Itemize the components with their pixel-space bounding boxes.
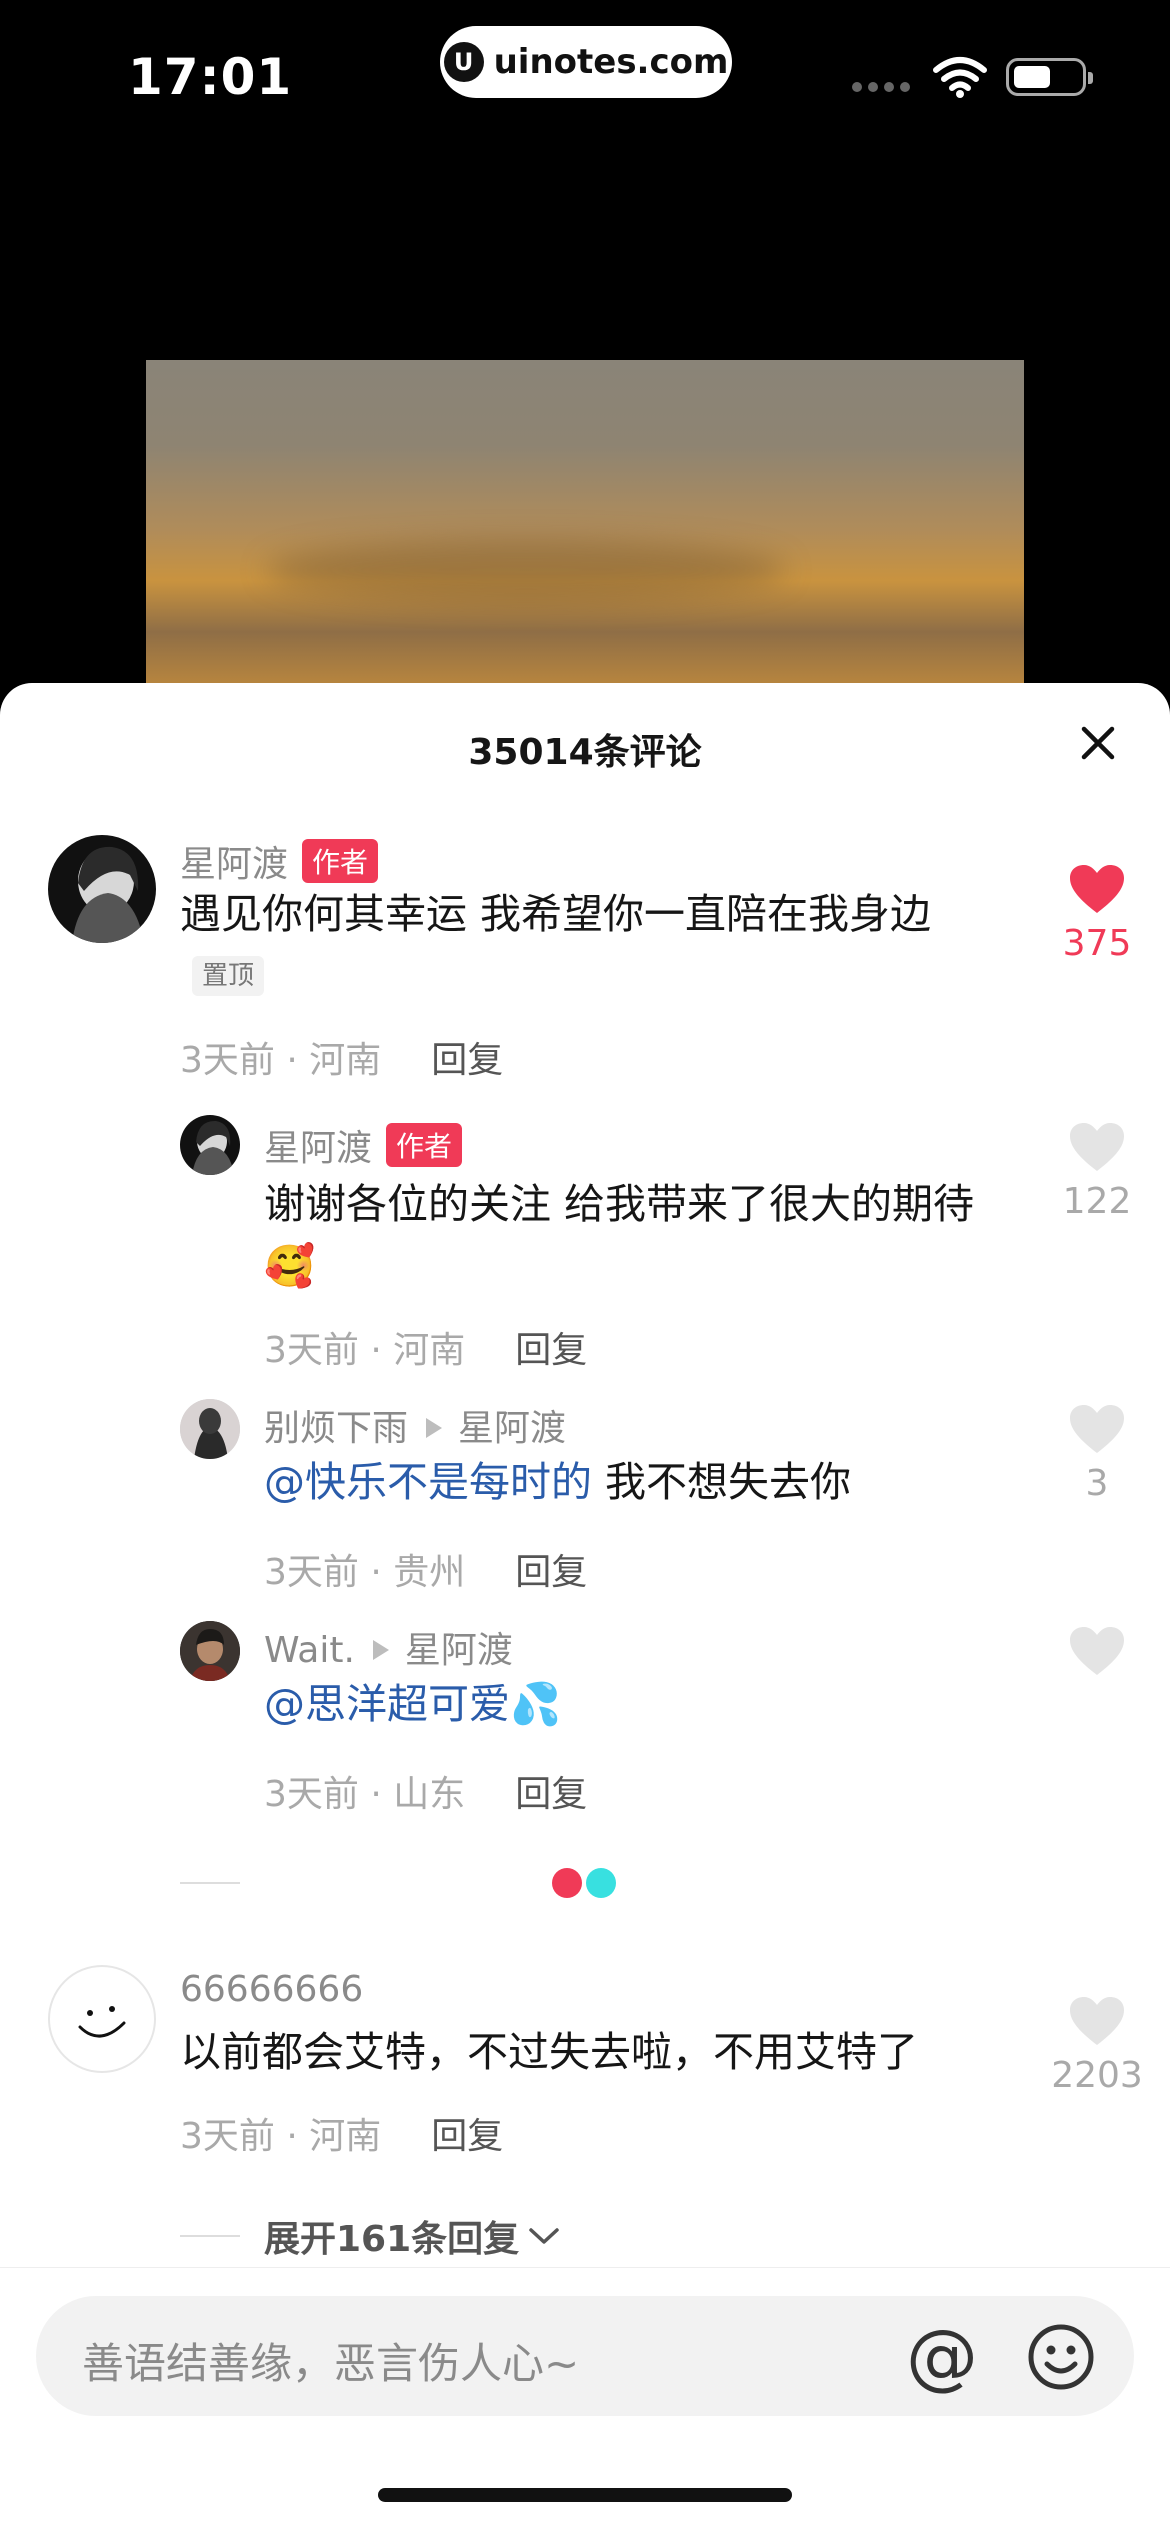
home-indicator[interactable] — [378, 2488, 792, 2502]
like-button[interactable]: 375 — [1047, 863, 1147, 964]
status-time: 17:01 — [128, 48, 293, 106]
author-badge: 作者 — [302, 839, 379, 883]
expand-replies-label: 展开161条回复 — [264, 2219, 520, 2260]
comment-meta: 3天前 · 贵州 回复 — [264, 1552, 588, 1593]
signal-icon — [852, 82, 910, 92]
comment-text[interactable]: 遇见你何其幸运 我希望你一直陪在我身边置顶 — [180, 883, 1000, 1007]
avatar[interactable] — [180, 1399, 240, 1459]
expand-replies-button[interactable]: 展开161条回复 — [180, 2211, 561, 2261]
avatar[interactable] — [48, 1965, 156, 2073]
url-text: uinotes.com — [493, 42, 729, 82]
comment-meta: 3天前 · 河南 回复 — [180, 1040, 504, 1081]
like-button[interactable]: 122 — [1047, 1121, 1147, 1222]
divider — [180, 1882, 240, 1884]
comment-meta: 3天前 · 河南 回复 — [180, 2116, 504, 2157]
comment-input-placeholder: 善语结善缘，恶言伤人心~ — [82, 2339, 580, 2388]
comment-text[interactable]: 以前都会艾特，不过失去啦，不用艾特了 — [180, 2021, 1040, 2083]
comment-meta: 3天前 · 山东 回复 — [264, 1774, 588, 1815]
reply-button[interactable]: 回复 — [431, 1040, 503, 1081]
reply-button[interactable]: 回复 — [515, 1552, 587, 1593]
chevron-down-icon — [529, 2228, 559, 2244]
site-logo-icon: U — [443, 42, 484, 82]
heart-icon — [1070, 865, 1124, 913]
mention-at-icon[interactable]: @ — [906, 2318, 978, 2394]
like-count: 375 — [1062, 923, 1132, 964]
reply-button[interactable]: 回复 — [431, 2116, 503, 2157]
like-count: 3 — [1085, 1463, 1109, 1504]
loading-indicator — [0, 1863, 1170, 1903]
heart-icon — [1070, 1405, 1124, 1453]
divider — [180, 2235, 240, 2237]
loading-dot — [586, 1868, 616, 1898]
emoji-icon[interactable] — [1026, 2322, 1096, 2392]
battery-icon — [1006, 58, 1093, 96]
comment-item: 星阿渡 作者 遇见你何其幸运 我希望你一直陪在我身边置顶 3天前 · 河南 回复 3… — [0, 683, 1170, 1083]
comment-username[interactable]: Wait. 星阿渡 — [264, 1621, 513, 1673]
reply-to-arrow-icon — [372, 1640, 389, 1660]
comment-username[interactable]: 别烦下雨 星阿渡 — [264, 1399, 566, 1451]
url-pill[interactable]: U uinotes.com — [440, 26, 732, 98]
video-frame[interactable] — [146, 360, 1024, 700]
mention-link[interactable]: @思洋超可爱💦 — [264, 1680, 561, 1728]
loading-dot — [552, 1868, 582, 1898]
pinned-badge: 置顶 — [192, 956, 265, 996]
reply-button[interactable]: 回复 — [515, 1774, 587, 1815]
heart-icon — [1070, 1997, 1124, 2045]
reply-to-user[interactable]: 星阿渡 — [458, 1408, 566, 1449]
like-count: 2203 — [1051, 2055, 1143, 2096]
reply-to-user[interactable]: 星阿渡 — [405, 1630, 513, 1671]
comment-username[interactable]: 星阿渡 作者 — [264, 1119, 463, 1171]
comment-sheet: 35014条评论 星阿渡 作者 遇见你何其幸运 我希望你一直陪在我身边置顶 3天前… — [0, 683, 1170, 2532]
comment-username[interactable]: 星阿渡 作者 — [180, 835, 379, 887]
author-badge: 作者 — [386, 1123, 463, 1167]
heart-icon — [1070, 1123, 1124, 1171]
avatar[interactable] — [180, 1115, 240, 1175]
mention-link[interactable]: @快乐不是每时的 — [264, 1458, 592, 1506]
wifi-icon — [933, 57, 987, 98]
like-button[interactable] — [1047, 1625, 1147, 1685]
comment-meta: 3天前 · 河南 回复 — [264, 1330, 588, 1371]
comment-username[interactable]: 66666666 — [180, 1969, 363, 2010]
avatar[interactable] — [48, 835, 156, 943]
like-button[interactable]: 3 — [1047, 1403, 1147, 1504]
comment-input[interactable]: 善语结善缘，恶言伤人心~ @ — [36, 2296, 1134, 2416]
status-bar: 17:01 U uinotes.com — [0, 0, 1170, 150]
reply-to-arrow-icon — [426, 1418, 443, 1438]
comment-text[interactable]: @快乐不是每时的 我不想失去你 — [264, 1451, 1024, 1513]
heart-icon — [1070, 1627, 1124, 1675]
reply-button[interactable]: 回复 — [515, 1330, 587, 1371]
avatar[interactable] — [180, 1621, 240, 1681]
like-count: 122 — [1062, 1181, 1132, 1222]
comment-text[interactable]: 谢谢各位的关注 给我带来了很大的期待🥰 — [264, 1173, 1024, 1297]
like-button[interactable]: 2203 — [1047, 1995, 1147, 2096]
comment-text[interactable]: @思洋超可爱💦 — [264, 1673, 1024, 1735]
